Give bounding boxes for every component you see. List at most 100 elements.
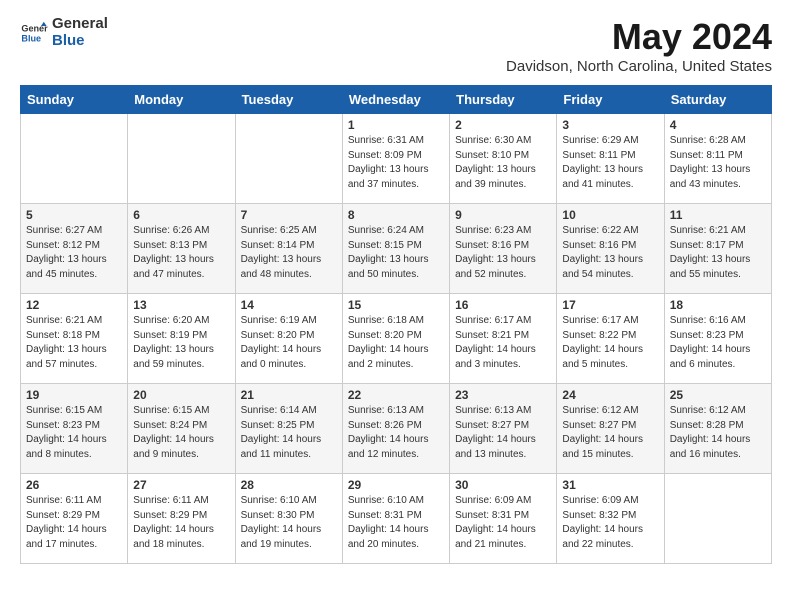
day-number: 23 — [455, 388, 551, 402]
day-number: 21 — [241, 388, 337, 402]
calendar: SundayMondayTuesdayWednesdayThursdayFrid… — [20, 85, 772, 564]
day-number: 30 — [455, 478, 551, 492]
day-info: Sunrise: 6:22 AM Sunset: 8:16 PM Dayligh… — [562, 224, 658, 282]
day-number: 17 — [562, 298, 658, 312]
calendar-cell — [235, 114, 342, 204]
calendar-cell: 3Sunrise: 6:29 AM Sunset: 8:11 PM Daylig… — [557, 114, 664, 204]
day-info: Sunrise: 6:09 AM Sunset: 8:32 PM Dayligh… — [562, 494, 658, 552]
calendar-header-row: SundayMondayTuesdayWednesdayThursdayFrid… — [21, 86, 772, 114]
day-number: 24 — [562, 388, 658, 402]
calendar-cell: 30 Sunrise: 6:09 AM Sunset: 8:31 PM Dayli… — [450, 474, 557, 564]
day-info: Sunrise: 6:15 AM Sunset: 8:23 PM Dayligh… — [26, 404, 122, 462]
weekday-header-thursday: Thursday — [450, 86, 557, 114]
calendar-week-4: 19 Sunrise: 6:15 AM Sunset: 8:23 PM Dayli… — [21, 384, 772, 474]
day-number: 20 — [133, 388, 229, 402]
day-number: 10 — [562, 208, 658, 222]
day-number: 2 — [455, 118, 551, 132]
location-title: Davidson, North Carolina, United States — [506, 58, 772, 75]
day-info: Sunrise: 6:27 AM Sunset: 8:12 PM Dayligh… — [26, 224, 122, 282]
calendar-cell: 14 Sunrise: 6:19 AM Sunset: 8:20 PM Dayli… — [235, 294, 342, 384]
day-info: Sunrise: 6:12 AM Sunset: 8:28 PM Dayligh… — [670, 404, 766, 462]
calendar-cell: 13Sunrise: 6:20 AM Sunset: 8:19 PM Dayli… — [128, 294, 235, 384]
calendar-cell: 17 Sunrise: 6:17 AM Sunset: 8:22 PM Dayli… — [557, 294, 664, 384]
calendar-cell: 4Sunrise: 6:28 AM Sunset: 8:11 PM Daylig… — [664, 114, 771, 204]
logo: General Blue GeneralBlue — [20, 16, 108, 49]
day-number: 28 — [241, 478, 337, 492]
calendar-cell: 28 Sunrise: 6:10 AM Sunset: 8:30 PM Dayli… — [235, 474, 342, 564]
day-info: Sunrise: 6:23 AM Sunset: 8:16 PM Dayligh… — [455, 224, 551, 282]
month-title: May 2024 — [506, 16, 772, 58]
day-info: Sunrise: 6:13 AM Sunset: 8:26 PM Dayligh… — [348, 404, 444, 462]
day-info: Sunrise: 6:10 AM Sunset: 8:31 PM Dayligh… — [348, 494, 444, 552]
calendar-cell: 29 Sunrise: 6:10 AM Sunset: 8:31 PM Dayli… — [342, 474, 449, 564]
calendar-cell: 19 Sunrise: 6:15 AM Sunset: 8:23 PM Dayli… — [21, 384, 128, 474]
calendar-cell: 5 Sunrise: 6:27 AM Sunset: 8:12 PM Daylig… — [21, 204, 128, 294]
day-info: Sunrise: 6:30 AM Sunset: 8:10 PM Dayligh… — [455, 134, 551, 192]
day-info: Sunrise: 6:26 AM Sunset: 8:13 PM Dayligh… — [133, 224, 229, 282]
day-info: Sunrise: 6:19 AM Sunset: 8:20 PM Dayligh… — [241, 314, 337, 372]
day-info: Sunrise: 6:21 AM Sunset: 8:17 PM Dayligh… — [670, 224, 766, 282]
day-number: 16 — [455, 298, 551, 312]
day-info: Sunrise: 6:20 AM Sunset: 8:19 PM Dayligh… — [133, 314, 229, 372]
calendar-cell: 7 Sunrise: 6:25 AM Sunset: 8:14 PM Daylig… — [235, 204, 342, 294]
day-number: 26 — [26, 478, 122, 492]
calendar-cell: 9Sunrise: 6:23 AM Sunset: 8:16 PM Daylig… — [450, 204, 557, 294]
logo-icon: General Blue — [20, 19, 48, 47]
day-info: Sunrise: 6:28 AM Sunset: 8:11 PM Dayligh… — [670, 134, 766, 192]
calendar-cell: 12 Sunrise: 6:21 AM Sunset: 8:18 PM Dayli… — [21, 294, 128, 384]
calendar-cell: 10 Sunrise: 6:22 AM Sunset: 8:16 PM Dayli… — [557, 204, 664, 294]
day-info: Sunrise: 6:24 AM Sunset: 8:15 PM Dayligh… — [348, 224, 444, 282]
day-info: Sunrise: 6:17 AM Sunset: 8:22 PM Dayligh… — [562, 314, 658, 372]
calendar-cell: 20 Sunrise: 6:15 AM Sunset: 8:24 PM Dayli… — [128, 384, 235, 474]
day-number: 6 — [133, 208, 229, 222]
day-info: Sunrise: 6:12 AM Sunset: 8:27 PM Dayligh… — [562, 404, 658, 462]
page-header: General Blue GeneralBlue May 2024 Davids… — [20, 16, 772, 75]
calendar-week-1: 1Sunrise: 6:31 AM Sunset: 8:09 PM Daylig… — [21, 114, 772, 204]
calendar-cell: 26 Sunrise: 6:11 AM Sunset: 8:29 PM Dayli… — [21, 474, 128, 564]
day-info: Sunrise: 6:21 AM Sunset: 8:18 PM Dayligh… — [26, 314, 122, 372]
calendar-cell: 22 Sunrise: 6:13 AM Sunset: 8:26 PM Dayli… — [342, 384, 449, 474]
day-number: 8 — [348, 208, 444, 222]
day-info: Sunrise: 6:10 AM Sunset: 8:30 PM Dayligh… — [241, 494, 337, 552]
logo-blue: Blue — [52, 33, 108, 50]
day-number: 12 — [26, 298, 122, 312]
calendar-cell: 24 Sunrise: 6:12 AM Sunset: 8:27 PM Dayli… — [557, 384, 664, 474]
day-number: 3 — [562, 118, 658, 132]
calendar-cell: 23 Sunrise: 6:13 AM Sunset: 8:27 PM Dayli… — [450, 384, 557, 474]
day-info: Sunrise: 6:09 AM Sunset: 8:31 PM Dayligh… — [455, 494, 551, 552]
day-info: Sunrise: 6:13 AM Sunset: 8:27 PM Dayligh… — [455, 404, 551, 462]
day-number: 29 — [348, 478, 444, 492]
day-number: 14 — [241, 298, 337, 312]
calendar-cell: 31 Sunrise: 6:09 AM Sunset: 8:32 PM Dayli… — [557, 474, 664, 564]
day-number: 18 — [670, 298, 766, 312]
day-number: 22 — [348, 388, 444, 402]
calendar-week-5: 26 Sunrise: 6:11 AM Sunset: 8:29 PM Dayli… — [21, 474, 772, 564]
day-number: 31 — [562, 478, 658, 492]
calendar-cell — [664, 474, 771, 564]
svg-text:Blue: Blue — [21, 33, 41, 43]
day-info: Sunrise: 6:25 AM Sunset: 8:14 PM Dayligh… — [241, 224, 337, 282]
day-info: Sunrise: 6:16 AM Sunset: 8:23 PM Dayligh… — [670, 314, 766, 372]
day-number: 27 — [133, 478, 229, 492]
day-info: Sunrise: 6:15 AM Sunset: 8:24 PM Dayligh… — [133, 404, 229, 462]
weekday-header-wednesday: Wednesday — [342, 86, 449, 114]
calendar-cell: 25Sunrise: 6:12 AM Sunset: 8:28 PM Dayli… — [664, 384, 771, 474]
calendar-week-2: 5 Sunrise: 6:27 AM Sunset: 8:12 PM Daylig… — [21, 204, 772, 294]
day-number: 7 — [241, 208, 337, 222]
day-info: Sunrise: 6:11 AM Sunset: 8:29 PM Dayligh… — [133, 494, 229, 552]
day-number: 5 — [26, 208, 122, 222]
weekday-header-monday: Monday — [128, 86, 235, 114]
day-number: 19 — [26, 388, 122, 402]
calendar-cell — [128, 114, 235, 204]
calendar-cell: 6 Sunrise: 6:26 AM Sunset: 8:13 PM Daylig… — [128, 204, 235, 294]
day-number: 15 — [348, 298, 444, 312]
calendar-cell: 18 Sunrise: 6:16 AM Sunset: 8:23 PM Dayli… — [664, 294, 771, 384]
weekday-header-saturday: Saturday — [664, 86, 771, 114]
calendar-cell: 27 Sunrise: 6:11 AM Sunset: 8:29 PM Dayli… — [128, 474, 235, 564]
weekday-header-tuesday: Tuesday — [235, 86, 342, 114]
day-number: 11 — [670, 208, 766, 222]
day-info: Sunrise: 6:11 AM Sunset: 8:29 PM Dayligh… — [26, 494, 122, 552]
calendar-cell: 1Sunrise: 6:31 AM Sunset: 8:09 PM Daylig… — [342, 114, 449, 204]
title-block: May 2024 Davidson, North Carolina, Unite… — [506, 16, 772, 75]
day-number: 1 — [348, 118, 444, 132]
